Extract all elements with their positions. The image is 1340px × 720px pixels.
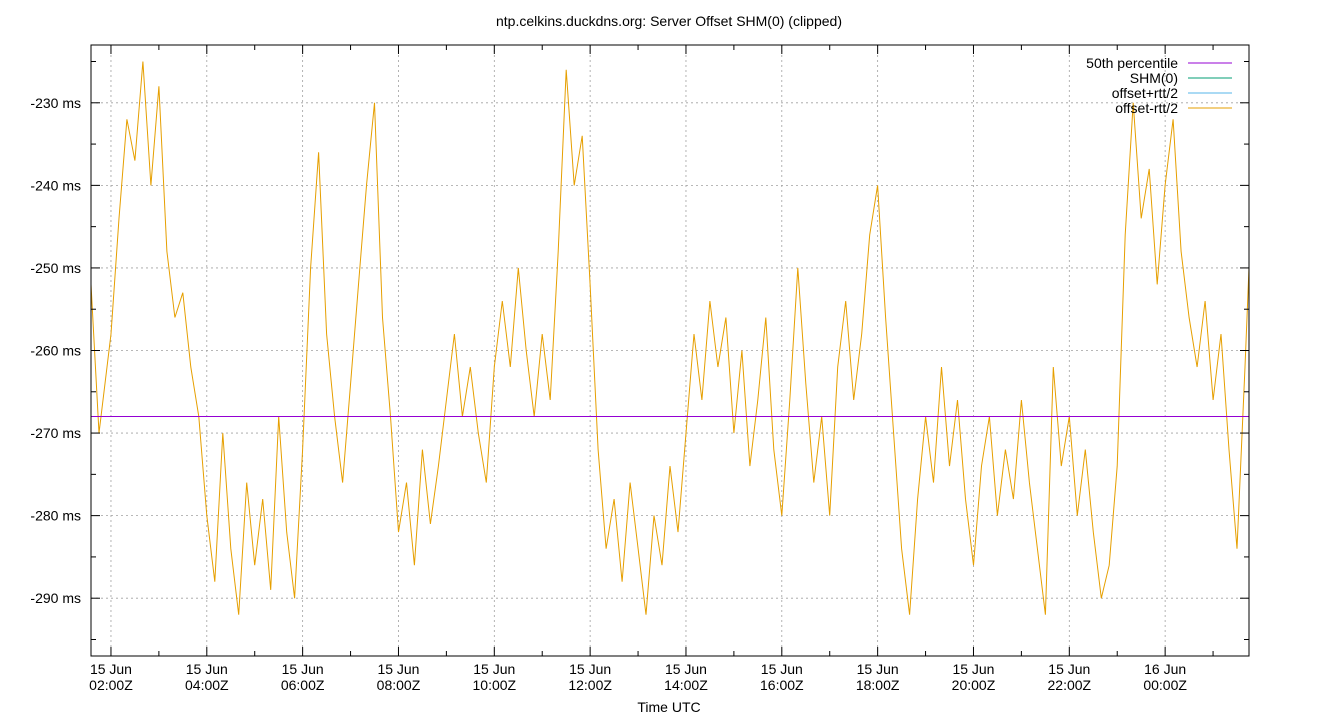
chart-title: ntp.celkins.duckdns.org: Server Offset S… (496, 13, 842, 29)
y-tick-label: -230 ms (30, 95, 81, 111)
x-tick-label-time: 02:00Z (89, 677, 133, 693)
x-tick-label-date: 15 Jun (665, 661, 707, 677)
legend-label: offset+rtt/2 (1112, 85, 1178, 101)
legend-label: SHM(0) (1130, 70, 1178, 86)
x-tick-label-date: 15 Jun (282, 661, 324, 677)
x-tick-label-time: 14:00Z (664, 677, 708, 693)
x-tick-label-date: 16 Jun (1144, 661, 1186, 677)
x-tick-label-time: 00:00Z (1143, 677, 1187, 693)
x-tick-label-date: 15 Jun (761, 661, 803, 677)
y-tick-label: -250 ms (30, 260, 81, 276)
x-tick-label-date: 15 Jun (569, 661, 611, 677)
x-tick-label-date: 15 Jun (186, 661, 228, 677)
x-tick-label-time: 08:00Z (377, 677, 421, 693)
x-tick-label-date: 15 Jun (952, 661, 994, 677)
y-tick-label: -260 ms (30, 343, 81, 359)
x-tick-label-date: 15 Jun (377, 661, 419, 677)
x-tick-label-date: 15 Jun (473, 661, 515, 677)
y-tick-label: -280 ms (30, 508, 81, 524)
x-tick-label-date: 15 Jun (90, 661, 132, 677)
x-tick-label-time: 20:00Z (952, 677, 996, 693)
x-tick-label-time: 22:00Z (1048, 677, 1092, 693)
x-axis-label: Time UTC (637, 699, 700, 715)
y-tick-label: -240 ms (30, 177, 81, 193)
x-tick-label-time: 16:00Z (760, 677, 804, 693)
x-tick-label-date: 15 Jun (1048, 661, 1090, 677)
offset-chart: ntp.celkins.duckdns.org: Server Offset S… (0, 0, 1340, 720)
x-tick-label-time: 18:00Z (856, 677, 900, 693)
x-tick-label-time: 06:00Z (281, 677, 325, 693)
y-tick-label: -270 ms (30, 425, 81, 441)
x-tick-label-time: 12:00Z (568, 677, 612, 693)
x-tick-label-time: 04:00Z (185, 677, 229, 693)
x-tick-label-time: 10:00Z (473, 677, 517, 693)
x-tick-label-date: 15 Jun (857, 661, 899, 677)
y-tick-label: -290 ms (30, 590, 81, 606)
legend-label: 50th percentile (1086, 55, 1178, 71)
legend-label: offset-rtt/2 (1115, 100, 1178, 116)
